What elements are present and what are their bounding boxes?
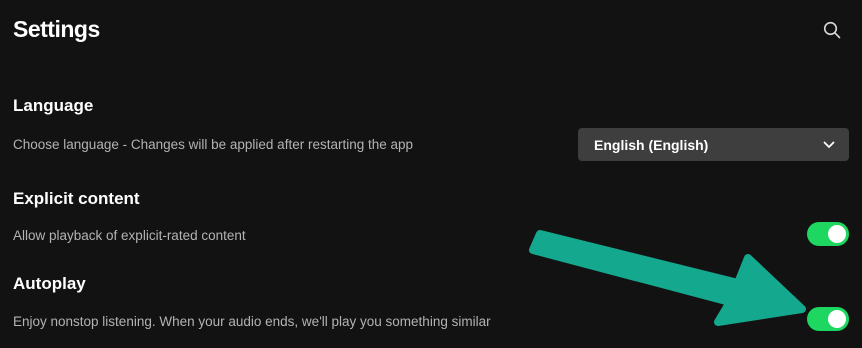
language-select-value: English (English) <box>594 136 709 153</box>
autoplay-section-title: Autoplay <box>13 274 86 293</box>
toggle-knob <box>828 225 846 243</box>
explicit-content-toggle[interactable] <box>807 222 849 246</box>
language-description: Choose language - Changes will be applie… <box>13 137 414 152</box>
search-button[interactable] <box>820 18 844 42</box>
language-section-title: Language <box>13 96 94 115</box>
page-title: Settings <box>13 16 100 42</box>
autoplay-toggle[interactable] <box>807 307 849 331</box>
explicit-description: Allow playback of explicit-rated content <box>13 228 246 243</box>
search-icon[interactable] <box>823 21 841 39</box>
autoplay-description: Enjoy nonstop listening. When your audio… <box>13 314 491 329</box>
language-select[interactable]: English (English) <box>578 128 849 161</box>
toggle-knob <box>828 310 846 328</box>
chevron-down-icon <box>823 141 835 148</box>
annotation-arrow <box>529 230 806 326</box>
annotation-arrow-shape <box>529 230 806 326</box>
explicit-section-title: Explicit content <box>13 189 140 208</box>
